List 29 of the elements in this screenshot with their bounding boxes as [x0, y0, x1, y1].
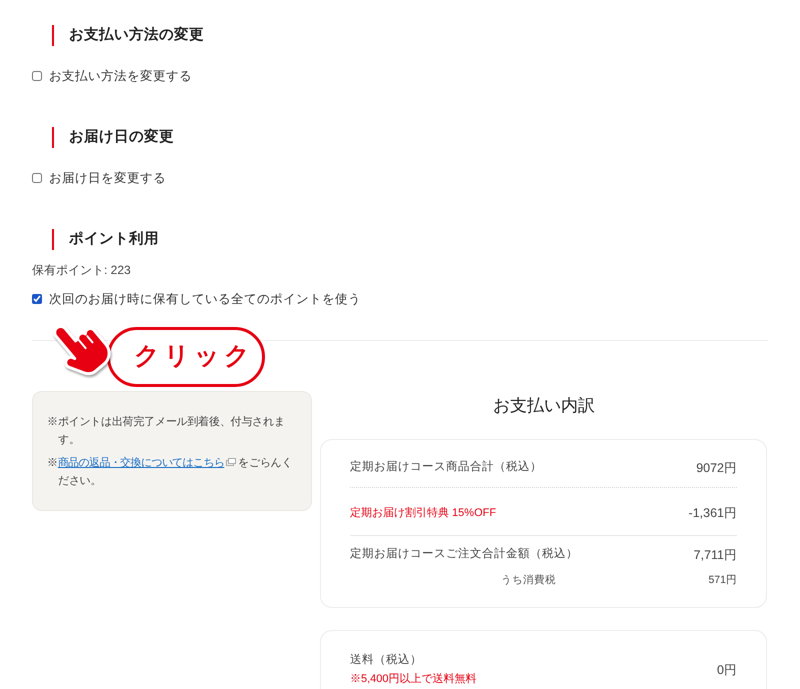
- section-heading: ポイント利用: [69, 230, 159, 249]
- checkbox-label[interactable]: 次回のお届け時に保有している全てのポイントを使う: [49, 289, 361, 309]
- checkbox[interactable]: [32, 71, 42, 81]
- breakdown-title: お支払い内訳: [492, 395, 596, 417]
- note-text: ※ポイントは出荷完了メール到着後、付与されます。: [47, 414, 286, 448]
- summary-amount: 571円: [708, 573, 737, 588]
- summary-amount: 9072円: [696, 460, 737, 477]
- checkbox[interactable]: [32, 173, 42, 183]
- heading-accent-bar: [52, 228, 54, 250]
- heading-accent-bar: [52, 24, 54, 46]
- checkbox[interactable]: [32, 294, 42, 304]
- checkbox-label[interactable]: お支払い方法を変更する: [49, 66, 192, 86]
- external-window-icon: [226, 458, 236, 466]
- summary-label: 送料（税込）: [350, 652, 422, 668]
- note-text: ※商品の返品・交換についてはこちら をごらんください。: [47, 456, 294, 489]
- summary-amount: -1,361円: [688, 504, 737, 522]
- section-heading: お届け日の変更: [69, 127, 174, 147]
- summary-label: うち消費税: [501, 573, 556, 588]
- summary-label: 定期お届けコースご注文合計金額（税込）: [350, 546, 578, 562]
- heading-accent-bar: [52, 126, 54, 148]
- discount-label: 定期お届け割引特典 15%OFF: [350, 506, 496, 521]
- section-heading: お支払い方法の変更: [69, 25, 204, 45]
- checkbox-label[interactable]: お届け日を変更する: [49, 168, 166, 188]
- summary-label: 定期お届けコース商品合計（税込）: [350, 459, 542, 476]
- summary-amount: 0円: [717, 662, 737, 679]
- shipping-note: ※5,400円以上で送料無料: [350, 672, 477, 687]
- points-balance: 保有ポイント: 223: [32, 262, 131, 279]
- returns-link[interactable]: 商品の返品・交換についてはこちら: [58, 457, 224, 469]
- summary-amount: 7,711円: [694, 546, 737, 564]
